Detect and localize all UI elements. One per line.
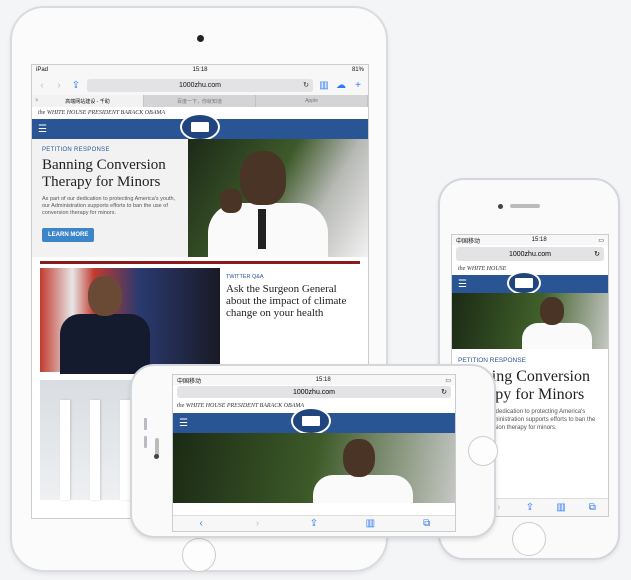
hero-body: As part of our dedication to protecting … <box>42 196 176 216</box>
home-button[interactable] <box>468 436 498 466</box>
address-bar[interactable]: 1000zhu.com ↻ <box>177 386 451 398</box>
iphone-landscape-screen: 中国移动 15:18 ▭ 1000zhu.com ↻ the WHITE HOU… <box>172 374 456 532</box>
bookmarks-icon[interactable]: ▥ <box>364 518 376 529</box>
status-time: 15:18 <box>192 67 208 73</box>
hero-photo <box>173 433 455 503</box>
share-icon[interactable]: ⇪ <box>308 518 320 529</box>
card-title[interactable]: Ask the Surgeon General about the impact… <box>226 283 354 319</box>
device-label: iPad <box>36 67 49 73</box>
carrier-label: 中国移动 <box>177 378 202 385</box>
volume-button <box>144 418 147 430</box>
hero-photo <box>188 139 368 257</box>
menu-icon[interactable]: ☰ <box>179 418 188 429</box>
learn-more-button[interactable]: LEARN MORE <box>42 228 95 242</box>
tabs-icon[interactable]: ⧉ <box>586 502 598 513</box>
site-navbar: ☰ <box>452 271 608 295</box>
white-house-logo[interactable] <box>507 271 541 295</box>
back-icon[interactable]: ‹ <box>195 518 207 529</box>
camera-icon <box>197 35 204 42</box>
carrier-label: 中国移动 <box>456 238 481 245</box>
tab-baidu[interactable]: 百度一下，你就知道 <box>144 95 256 107</box>
tabs-icon[interactable]: ⧉ <box>421 518 433 529</box>
reload-icon[interactable]: ↻ <box>441 388 447 396</box>
plus-icon[interactable]: + <box>352 80 364 91</box>
cloud-icon[interactable]: ☁ <box>335 80 347 91</box>
forward-icon[interactable]: › <box>252 518 264 529</box>
share-icon[interactable]: ⇪ <box>524 502 536 513</box>
card-kicker: TWITTER Q&A <box>226 274 264 280</box>
battery-icon: ▭ <box>598 237 604 244</box>
bookmarks-icon[interactable]: ▥ <box>555 502 567 513</box>
url-text: 1000zhu.com <box>508 250 552 258</box>
share-icon[interactable]: ⇪ <box>70 80 82 91</box>
home-button[interactable] <box>512 522 546 556</box>
surgeon-general-card[interactable]: TWITTER Q&A Ask the Surgeon General abou… <box>40 268 360 374</box>
tab-label: 高端网站建设 - 千助 <box>65 98 110 105</box>
tab-1000zhu[interactable]: × 高端网站建设 - 千助 <box>32 95 144 107</box>
hero-title[interactable]: Banning Conversion Therapy for Minors <box>42 157 178 191</box>
iphone-landscape: 中国移动 15:18 ▭ 1000zhu.com ↻ the WHITE HOU… <box>130 364 498 538</box>
reload-icon[interactable]: ↻ <box>303 81 309 89</box>
url-text: 1000zhu.com <box>178 81 222 89</box>
hero-text: PETITION RESPONSE Banning Conversion The… <box>32 139 188 257</box>
speaker-grille <box>510 204 540 208</box>
camera-icon <box>498 204 503 209</box>
tab-bar: × 高端网站建设 - 千助 百度一下，你就知道 Apple <box>32 95 368 107</box>
camera-icon <box>154 454 159 459</box>
surgeon-general-photo <box>40 268 220 374</box>
volume-button <box>144 436 147 448</box>
url-text: 1000zhu.com <box>292 388 336 396</box>
battery-icon: ▭ <box>445 377 451 384</box>
close-icon[interactable]: × <box>35 98 39 104</box>
site-navbar: ☰ <box>173 407 455 435</box>
battery-label: 81% <box>351 67 364 73</box>
forward-icon[interactable]: › <box>53 80 65 91</box>
address-bar[interactable]: 1000zhu.com ↻ <box>87 78 313 92</box>
tab-apple[interactable]: Apple <box>256 95 368 107</box>
home-button[interactable] <box>182 538 216 572</box>
status-time: 15:18 <box>315 377 331 383</box>
back-icon[interactable]: ‹ <box>36 80 48 91</box>
menu-icon[interactable]: ☰ <box>38 124 47 135</box>
menu-icon[interactable]: ☰ <box>458 279 467 290</box>
divider <box>40 261 360 264</box>
bottom-toolbar: ‹ › ⇪ ▥ ⧉ <box>173 515 455 531</box>
reload-icon[interactable]: ↻ <box>594 250 600 258</box>
address-bar[interactable]: 1000zhu.com ↻ <box>456 247 604 261</box>
site-navbar: ☰ <box>32 113 368 141</box>
status-bar: 中国移动 15:18 ▭ <box>452 235 608 245</box>
hero-section: PETITION RESPONSE Banning Conversion The… <box>32 139 368 257</box>
bookmarks-icon[interactable]: ▥ <box>318 80 330 91</box>
browser-toolbar: ‹ › ⇪ 1000zhu.com ↻ ▥ ☁ + <box>32 75 368 95</box>
card-text: TWITTER Q&A Ask the Surgeon General abou… <box>220 268 360 372</box>
white-house-logo[interactable] <box>180 113 220 141</box>
hero-kicker: PETITION RESPONSE <box>42 147 110 153</box>
status-time: 15:18 <box>531 237 547 243</box>
hero-photo <box>452 293 608 349</box>
status-bar: iPad 15:18 81% <box>32 65 368 75</box>
tab-label: 百度一下，你就知道 <box>176 98 222 105</box>
status-bar: 中国移动 15:18 ▭ <box>173 375 455 385</box>
white-house-logo[interactable] <box>291 407 331 435</box>
tab-label: Apple <box>305 98 318 104</box>
